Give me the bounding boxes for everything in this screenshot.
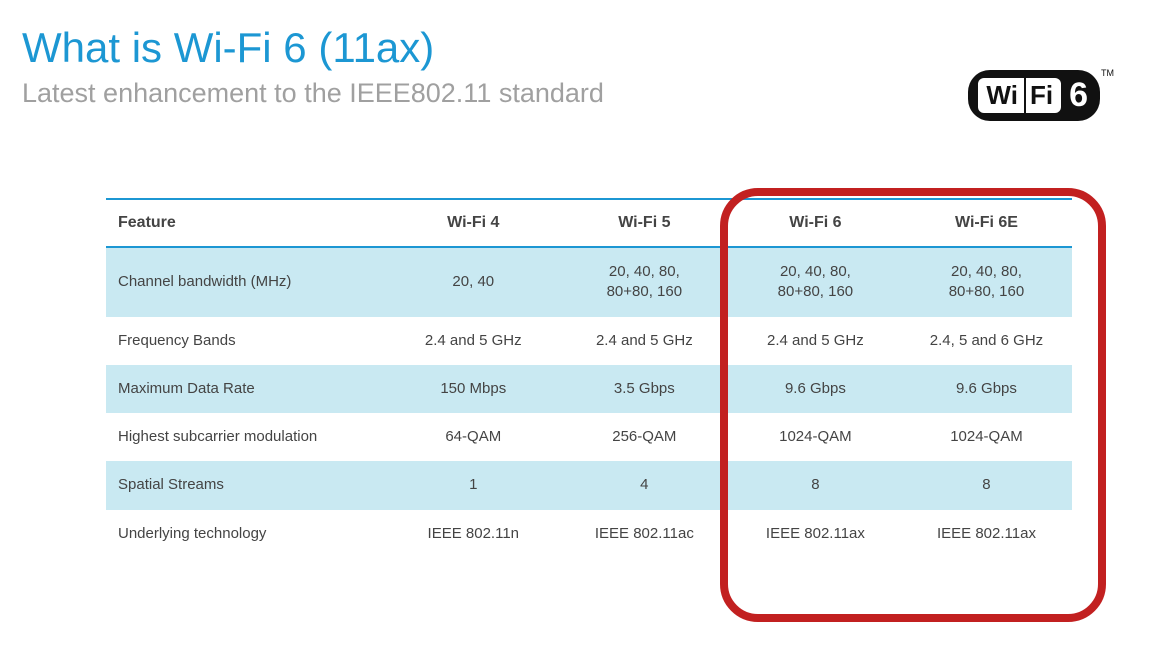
cell-value: 20, 40, 80,80+80, 160 <box>730 247 901 317</box>
cell-value: IEEE 802.11n <box>388 510 559 558</box>
logo-fi-text: Fi <box>1026 78 1061 113</box>
table-header-row: Feature Wi-Fi 4 Wi-Fi 5 Wi-Fi 6 Wi-Fi 6E <box>106 199 1072 247</box>
header-feature: Feature <box>106 199 388 247</box>
cell-value: 20, 40 <box>388 247 559 317</box>
cell-value: 4 <box>559 461 730 509</box>
cell-value: 64-QAM <box>388 413 559 461</box>
logo-wi-text: Wi <box>978 78 1024 113</box>
cell-value: 1024-QAM <box>730 413 901 461</box>
cell-value: IEEE 802.11ax <box>901 510 1072 558</box>
cell-value: 2.4, 5 and 6 GHz <box>901 317 1072 365</box>
cell-feature: Highest subcarrier modulation <box>106 413 388 461</box>
cell-feature: Maximum Data Rate <box>106 365 388 413</box>
slide-title: What is Wi-Fi 6 (11ax) <box>22 24 1155 72</box>
header-wifi6: Wi-Fi 6 <box>730 199 901 247</box>
trademark-symbol: TM <box>1101 68 1114 78</box>
table-row: Maximum Data Rate 150 Mbps 3.5 Gbps 9.6 … <box>106 365 1072 413</box>
cell-value: 1 <box>388 461 559 509</box>
cell-value: 2.4 and 5 GHz <box>730 317 901 365</box>
wifi-comparison-table: Feature Wi-Fi 4 Wi-Fi 5 Wi-Fi 6 Wi-Fi 6E… <box>106 198 1072 558</box>
table-row: Highest subcarrier modulation 64-QAM 256… <box>106 413 1072 461</box>
cell-value: 1024-QAM <box>901 413 1072 461</box>
cell-value: IEEE 802.11ac <box>559 510 730 558</box>
cell-value: 9.6 Gbps <box>730 365 901 413</box>
cell-value: 20, 40, 80,80+80, 160 <box>559 247 730 317</box>
cell-value: 150 Mbps <box>388 365 559 413</box>
cell-feature: Channel bandwidth (MHz) <box>106 247 388 317</box>
table-row: Frequency Bands 2.4 and 5 GHz 2.4 and 5 … <box>106 317 1072 365</box>
table-row: Channel bandwidth (MHz) 20, 40 20, 40, 8… <box>106 247 1072 317</box>
cell-value: 256-QAM <box>559 413 730 461</box>
cell-value: 8 <box>901 461 1072 509</box>
header-wifi5: Wi-Fi 5 <box>559 199 730 247</box>
table-body: Channel bandwidth (MHz) 20, 40 20, 40, 8… <box>106 247 1072 558</box>
table-row: Underlying technology IEEE 802.11n IEEE … <box>106 510 1072 558</box>
logo-six: 6 <box>1069 76 1088 115</box>
cell-value: 9.6 Gbps <box>901 365 1072 413</box>
cell-value: 2.4 and 5 GHz <box>559 317 730 365</box>
slide-container: What is Wi-Fi 6 (11ax) Latest enhancemen… <box>0 0 1175 109</box>
cell-value: 8 <box>730 461 901 509</box>
wifi6-logo-pill: Wi Fi 6 <box>968 70 1100 121</box>
table-row: Spatial Streams 1 4 8 8 <box>106 461 1072 509</box>
cell-feature: Frequency Bands <box>106 317 388 365</box>
cell-value: IEEE 802.11ax <box>730 510 901 558</box>
cell-feature: Spatial Streams <box>106 461 388 509</box>
cell-value: 20, 40, 80,80+80, 160 <box>901 247 1072 317</box>
cell-feature: Underlying technology <box>106 510 388 558</box>
cell-value: 2.4 and 5 GHz <box>388 317 559 365</box>
header-wifi6e: Wi-Fi 6E <box>901 199 1072 247</box>
wifi-wordmark: Wi Fi <box>978 78 1061 113</box>
wifi6-logo: Wi Fi 6 TM <box>968 70 1100 121</box>
comparison-table-area: Feature Wi-Fi 4 Wi-Fi 5 Wi-Fi 6 Wi-Fi 6E… <box>106 198 1072 558</box>
cell-value: 3.5 Gbps <box>559 365 730 413</box>
header-wifi4: Wi-Fi 4 <box>388 199 559 247</box>
